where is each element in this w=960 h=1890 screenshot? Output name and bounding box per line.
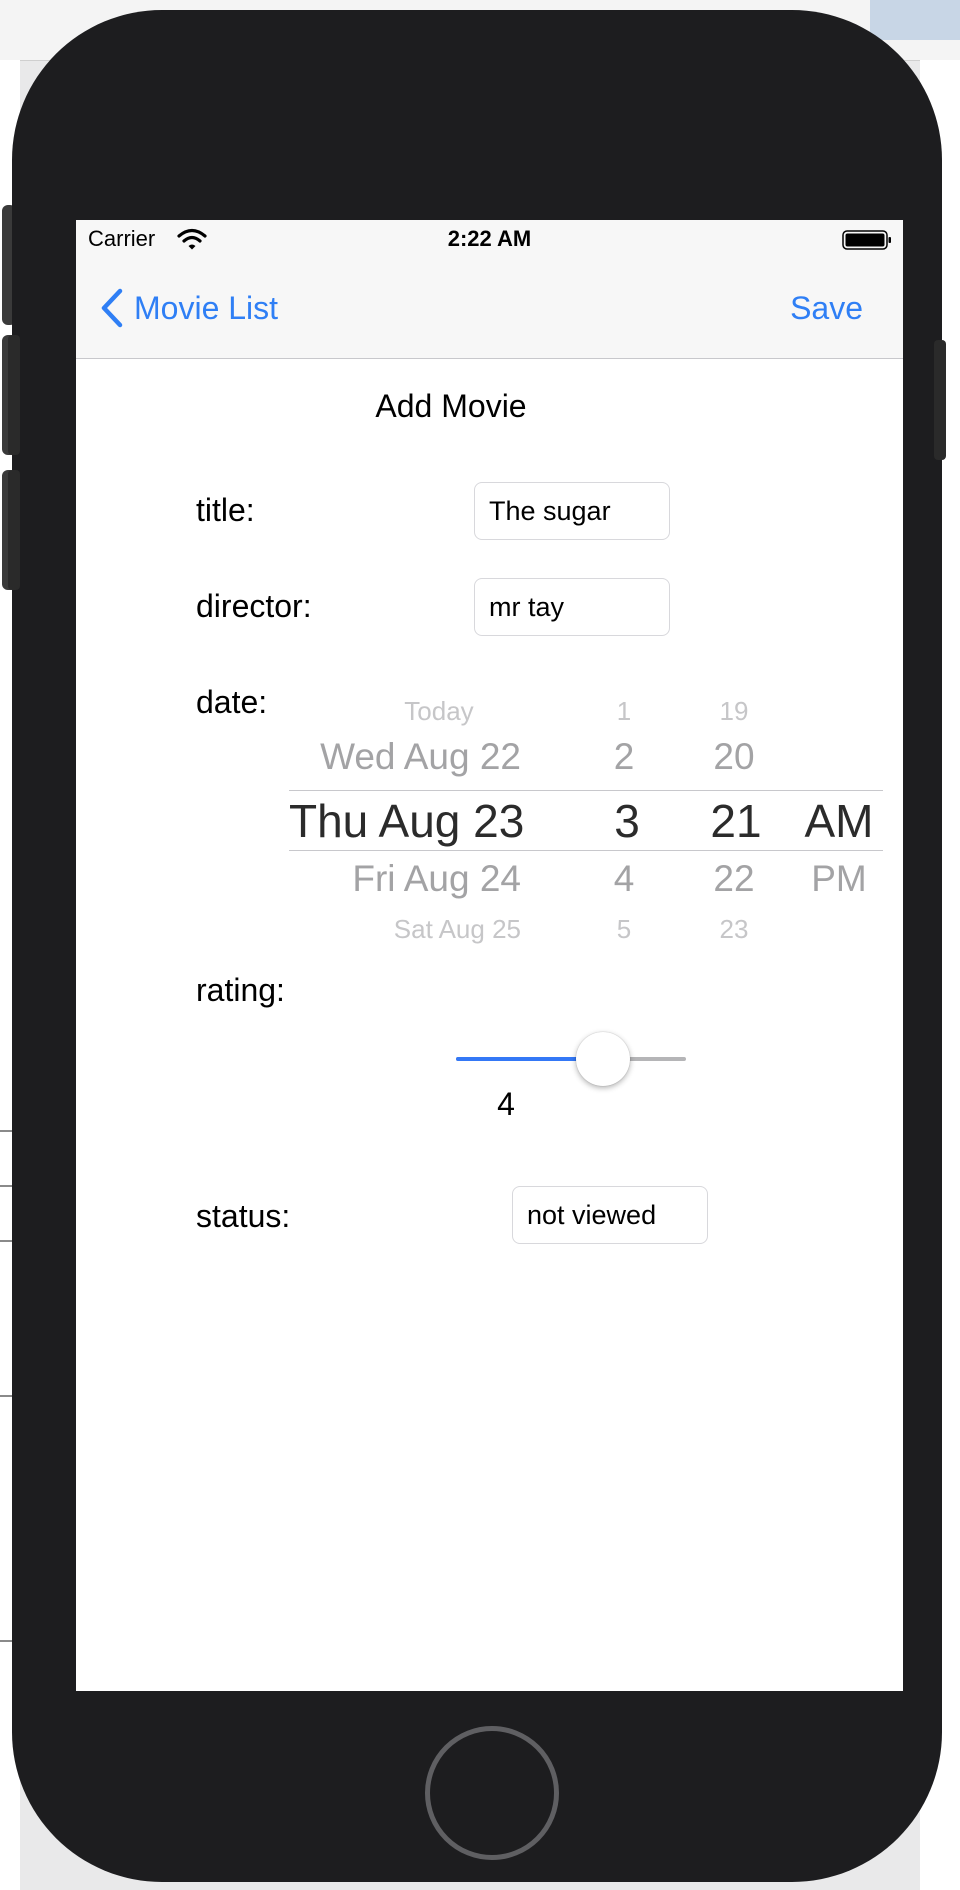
status-time: 2:22 AM xyxy=(447,226,532,251)
desktop-corner xyxy=(870,0,960,40)
picker-period-option[interactable]: PM xyxy=(794,858,884,900)
picker-hour-option[interactable]: 2 xyxy=(599,736,649,778)
app-screen: Carrier 2:22 AM Movie List Save Add Movi… xyxy=(76,220,903,1691)
power-button xyxy=(934,340,946,460)
picker-hour-column[interactable]: 1 2 3 4 5 xyxy=(599,678,649,958)
date-label: date: xyxy=(196,684,268,720)
picker-minute-option[interactable]: 23 xyxy=(694,914,774,945)
status-field[interactable]: not viewed xyxy=(512,1186,708,1244)
volume-button xyxy=(8,335,20,455)
date-picker[interactable]: Today Wed Aug 22 Thu Aug 23 Fri Aug 24 S… xyxy=(289,678,889,958)
title-field[interactable]: The sugar xyxy=(474,482,670,540)
picker-day-option[interactable]: Today xyxy=(349,696,529,727)
picker-day-selected[interactable]: Thu Aug 23 xyxy=(289,794,524,848)
back-button-label: Movie List xyxy=(134,289,279,326)
home-button[interactable] xyxy=(425,1726,559,1860)
picker-minute-option[interactable]: 22 xyxy=(694,858,774,900)
save-button[interactable]: Save xyxy=(790,290,863,327)
picker-hour-option[interactable]: 1 xyxy=(599,696,649,727)
picker-day-option[interactable]: Wed Aug 22 xyxy=(289,736,521,778)
status-label: status: xyxy=(196,1198,291,1234)
picker-day-option[interactable]: Fri Aug 24 xyxy=(289,858,521,900)
page-title: Add Movie xyxy=(375,388,527,424)
battery-icon xyxy=(842,230,891,250)
back-button[interactable]: Movie List xyxy=(100,288,278,328)
picker-minute-option[interactable]: 19 xyxy=(694,696,774,727)
picker-minute-option[interactable]: 20 xyxy=(694,736,774,778)
director-field[interactable]: mr tay xyxy=(474,578,670,636)
picker-day-option[interactable]: Sat Aug 25 xyxy=(289,914,521,945)
volume-button xyxy=(8,470,20,590)
picker-day-column[interactable]: Today Wed Aug 22 Thu Aug 23 Fri Aug 24 S… xyxy=(289,678,529,958)
picker-period-column[interactable]: AM PM xyxy=(794,678,884,958)
rating-label: rating: xyxy=(196,972,285,1008)
chevron-left-icon xyxy=(101,288,123,328)
phone-frame: Carrier 2:22 AM Movie List Save Add Movi… xyxy=(8,10,946,1882)
picker-hour-selected[interactable]: 3 xyxy=(605,794,649,848)
title-label: title: xyxy=(196,492,255,528)
picker-hour-option[interactable]: 4 xyxy=(599,858,649,900)
picker-period-selected[interactable]: AM xyxy=(794,794,884,848)
director-label: director: xyxy=(196,588,312,624)
slider-thumb[interactable] xyxy=(576,1032,631,1086)
rating-value: 4 xyxy=(497,1086,515,1122)
picker-minute-selected[interactable]: 21 xyxy=(698,794,774,848)
rating-slider[interactable] xyxy=(456,1030,686,1090)
navigation-bar: Movie List Save xyxy=(76,262,903,359)
picker-minute-column[interactable]: 19 20 21 22 23 xyxy=(694,678,774,958)
picker-hour-option[interactable]: 5 xyxy=(599,914,649,945)
status-bar: Carrier 2:22 AM xyxy=(76,220,903,262)
